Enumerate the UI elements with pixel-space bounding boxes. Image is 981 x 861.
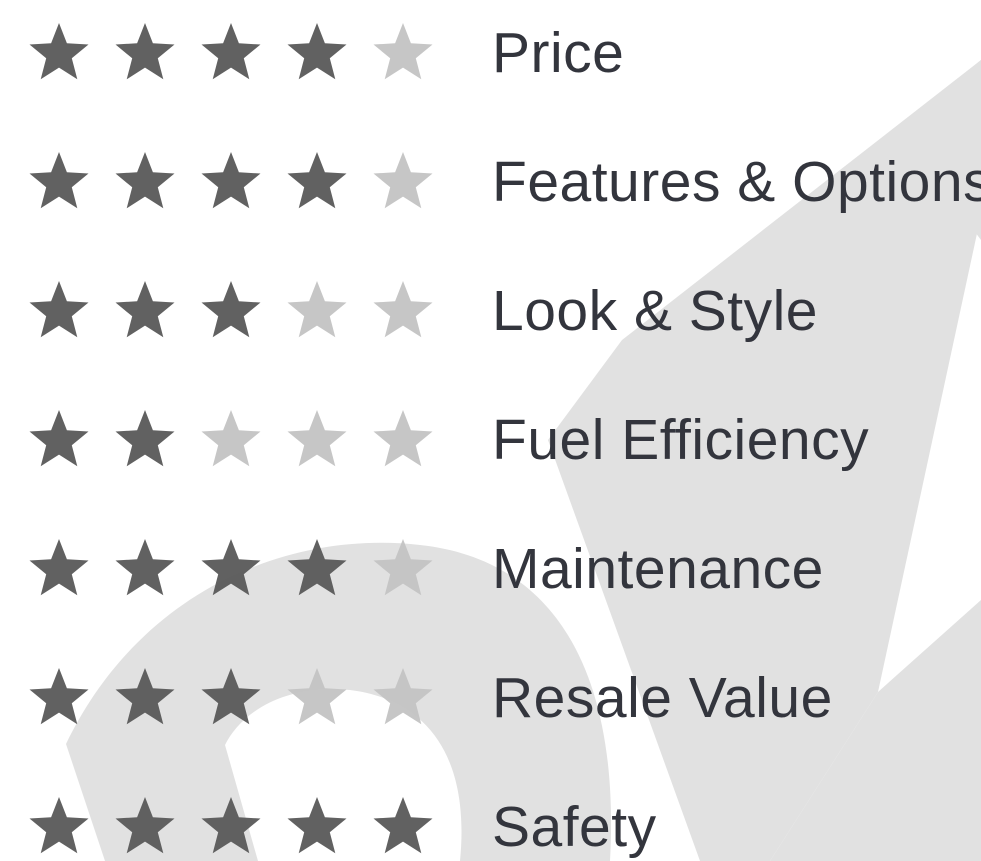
star-rating bbox=[26, 405, 446, 475]
star-filled-icon bbox=[26, 665, 92, 731]
star-filled-icon bbox=[112, 149, 178, 215]
rating-row: Features & Options bbox=[0, 147, 981, 217]
star-empty-icon bbox=[284, 278, 350, 344]
star-empty-icon bbox=[198, 407, 264, 473]
ratings-list: Price Features & Options Look & Style Fuel … bbox=[0, 0, 981, 861]
star-filled-icon bbox=[198, 536, 264, 602]
rating-row: Maintenance bbox=[0, 534, 981, 604]
star-filled-icon bbox=[26, 794, 92, 860]
rating-label: Maintenance bbox=[492, 537, 824, 601]
star-filled-icon bbox=[284, 794, 350, 860]
star-filled-icon bbox=[198, 665, 264, 731]
star-filled-icon bbox=[26, 20, 92, 86]
star-filled-icon bbox=[112, 407, 178, 473]
star-filled-icon bbox=[112, 536, 178, 602]
star-empty-icon bbox=[284, 407, 350, 473]
star-rating bbox=[26, 534, 446, 604]
star-filled-icon bbox=[26, 407, 92, 473]
star-empty-icon bbox=[370, 149, 436, 215]
star-filled-icon bbox=[284, 149, 350, 215]
star-filled-icon bbox=[198, 794, 264, 860]
star-filled-icon bbox=[198, 149, 264, 215]
rating-label: Price bbox=[492, 21, 625, 85]
rating-label: Features & Options bbox=[492, 150, 981, 214]
star-filled-icon bbox=[112, 794, 178, 860]
star-filled-icon bbox=[112, 278, 178, 344]
rating-label: Resale Value bbox=[492, 666, 833, 730]
rating-row: Look & Style bbox=[0, 276, 981, 346]
rating-label: Safety bbox=[492, 795, 657, 859]
star-filled-icon bbox=[26, 149, 92, 215]
star-rating bbox=[26, 276, 446, 346]
rating-row: Resale Value bbox=[0, 663, 981, 733]
rating-panel: Price Features & Options Look & Style Fuel … bbox=[0, 0, 981, 861]
star-empty-icon bbox=[284, 665, 350, 731]
star-empty-icon bbox=[370, 665, 436, 731]
star-rating bbox=[26, 663, 446, 733]
star-rating bbox=[26, 792, 446, 861]
star-empty-icon bbox=[370, 536, 436, 602]
star-rating bbox=[26, 18, 446, 88]
star-filled-icon bbox=[284, 20, 350, 86]
star-empty-icon bbox=[370, 407, 436, 473]
rating-label: Fuel Efficiency bbox=[492, 408, 870, 472]
star-rating bbox=[26, 147, 446, 217]
rating-row: Fuel Efficiency bbox=[0, 405, 981, 475]
star-filled-icon bbox=[284, 536, 350, 602]
star-filled-icon bbox=[112, 665, 178, 731]
star-filled-icon bbox=[112, 20, 178, 86]
rating-row: Safety bbox=[0, 792, 981, 861]
star-filled-icon bbox=[198, 20, 264, 86]
star-filled-icon bbox=[370, 794, 436, 860]
rating-label: Look & Style bbox=[492, 279, 819, 343]
star-empty-icon bbox=[370, 278, 436, 344]
star-filled-icon bbox=[26, 536, 92, 602]
star-empty-icon bbox=[370, 20, 436, 86]
star-filled-icon bbox=[26, 278, 92, 344]
star-filled-icon bbox=[198, 278, 264, 344]
rating-row: Price bbox=[0, 18, 981, 88]
